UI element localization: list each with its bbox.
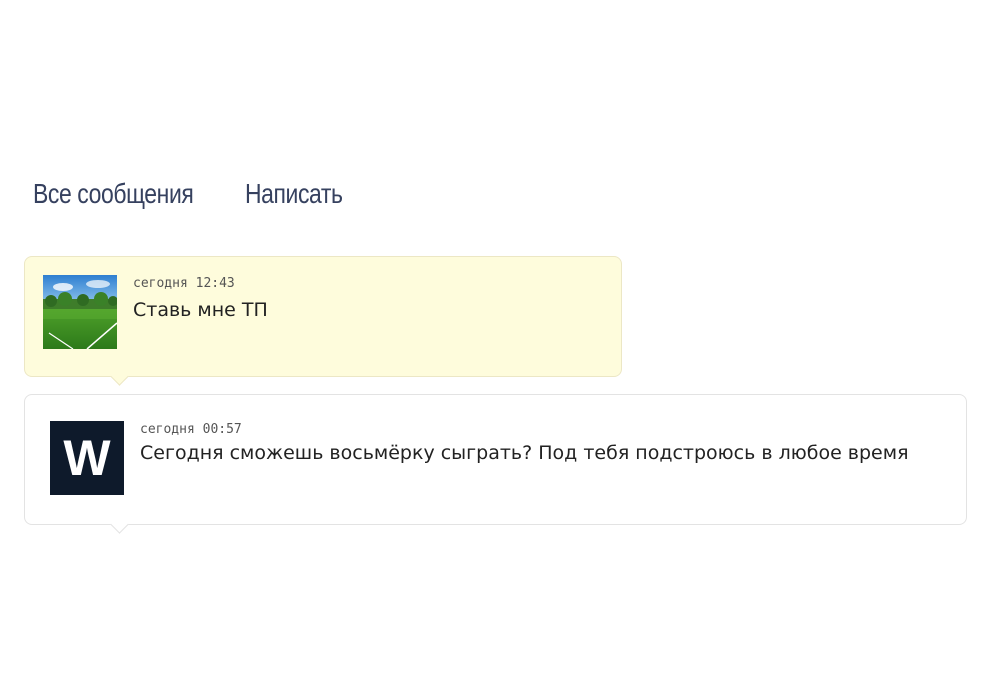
- message-text: Сегодня сможешь восьмёрку сыграть? Под т…: [140, 442, 909, 464]
- football-field-photo-icon: [43, 275, 117, 349]
- message-text: Ставь мне ТП: [133, 299, 268, 321]
- bubble-tail: [110, 515, 129, 534]
- tab-all-messages[interactable]: Все сообщения: [33, 178, 207, 210]
- tab-write-message[interactable]: Написать: [245, 178, 343, 210]
- avatar[interactable]: W: [50, 421, 124, 495]
- message-time: сегодня 00:57: [140, 422, 242, 437]
- messages-nav: Все сообщения Написать: [33, 174, 364, 214]
- message-item[interactable]: W сегодня 00:57 Сегодня сможешь восьмёрк…: [24, 394, 967, 534]
- avatar-letter: W: [63, 430, 111, 486]
- avatar[interactable]: [43, 275, 117, 349]
- w-logo-icon: W: [50, 421, 124, 495]
- message-item[interactable]: сегодня 12:43 Ставь мне ТП: [24, 256, 622, 386]
- message-time: сегодня 12:43: [133, 276, 235, 291]
- bubble-tail: [110, 367, 129, 386]
